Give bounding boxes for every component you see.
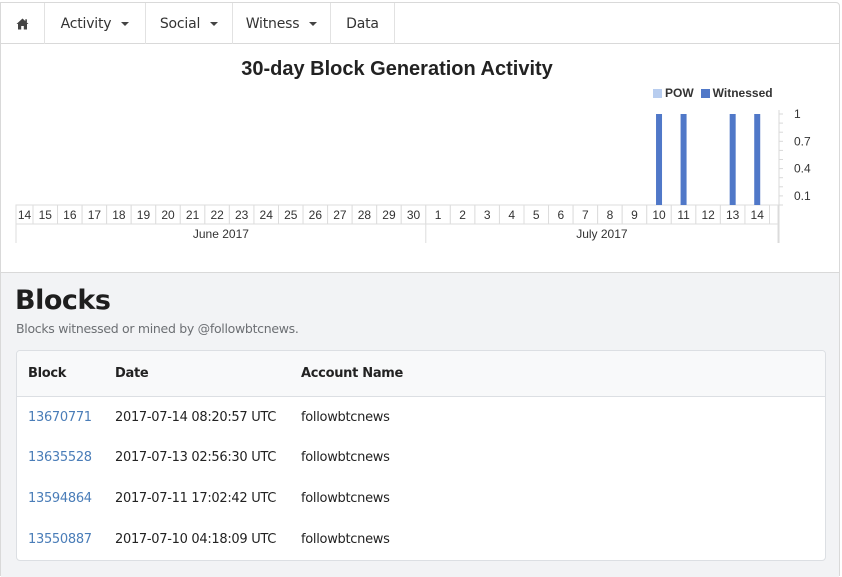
column-header-account: Account Name — [301, 365, 404, 381]
nav-witness[interactable]: Witness — [233, 3, 331, 44]
cell-date: 2017-07-14 08:20:57 UTC — [115, 410, 277, 426]
x-tick-label: 5 — [533, 208, 540, 222]
nav-activity[interactable]: Activity — [45, 3, 146, 44]
column-header-date: Date — [115, 365, 149, 381]
table-row: 13550887 2017-07-10 04:18:09 UTC followbtc… — [17, 519, 825, 560]
block-link[interactable]: 13635528 — [28, 450, 92, 465]
x-tick-label: 22 — [210, 208, 224, 222]
x-tick-label: 14 — [751, 208, 765, 222]
x-tick-label: 17 — [88, 208, 102, 222]
nav-home[interactable] — [1, 3, 45, 44]
cell-date: 2017-07-13 02:56:30 UTC — [115, 450, 277, 465]
chevron-down-icon — [210, 21, 219, 26]
y-tick-label: 0.4 — [794, 162, 811, 176]
cell-account: followbtcnews — [301, 410, 390, 426]
x-day-cell-blank — [769, 204, 779, 225]
x-tick-label: 14 — [18, 208, 32, 222]
chart-plot: 10.70.40.114 15 16 17 18 19 20 21 22 23 24 25 26 27 28… — [15, 107, 811, 243]
blocks-section: Blocks Blocks witnessed or mined by @fol… — [1, 272, 839, 577]
x-tick-label: 7 — [582, 208, 589, 222]
chevron-down-icon — [309, 21, 318, 26]
blocks-table-body: 13670771 2017-07-14 08:20:57 UTC followbtc… — [17, 396, 825, 560]
nav-data-label: Data — [346, 15, 379, 32]
x-tick-label: 2 — [459, 208, 466, 222]
bar-witnessed-jul-14 — [754, 114, 761, 205]
blocks-title: Blocks — [15, 285, 111, 316]
block-link[interactable]: 13594864 — [28, 491, 92, 506]
nav-data[interactable]: Data — [331, 3, 395, 44]
cell-block: 13550887 — [17, 519, 104, 560]
x-tick-label: 8 — [607, 208, 614, 222]
x-tick-label: 10 — [652, 208, 666, 222]
nav-activity-label: Activity — [60, 15, 112, 32]
bar-witnessed-jul-11 — [680, 114, 687, 205]
cell-account: followbtcnews — [301, 532, 390, 547]
x-tick-label: 11 — [677, 208, 690, 222]
x-tick-label: 30 — [407, 208, 421, 222]
x-tick-label: 24 — [260, 208, 274, 222]
blocks-subtitle: Blocks witnessed or mined by @followbtcn… — [16, 321, 299, 336]
x-tick-label: 29 — [382, 208, 396, 222]
cell-block: 13594864 — [17, 478, 104, 519]
cell-date: 2017-07-11 17:02:42 UTC — [115, 491, 277, 506]
y-tick-label: 1 — [794, 107, 801, 121]
x-tick-label: 1 — [435, 208, 442, 222]
table-row: 13670771 2017-07-14 08:20:57 UTC followbtc… — [17, 396, 825, 437]
x-tick-label: 26 — [309, 208, 323, 222]
blocks-table: Block Date Account Name 13670771 2017-07-… — [17, 351, 825, 560]
nav-witness-label: Witness — [245, 15, 300, 32]
block-link[interactable]: 13670771 — [28, 410, 92, 425]
cell-account: followbtcnews — [301, 491, 390, 506]
table-row: 13594864 2017-07-11 17:02:42 UTC followbtc… — [17, 478, 825, 519]
table-row: 13635528 2017-07-13 02:56:30 UTC followbtc… — [17, 437, 825, 478]
bar-witnessed-jul-10 — [656, 114, 663, 205]
bar-witnessed-jul-13 — [729, 114, 736, 205]
top-nav: Activity Social Witness Data — [1, 3, 839, 44]
cell-block: 13635528 — [17, 437, 104, 478]
x-tick-label: 19 — [137, 208, 151, 222]
x-tick-label: 27 — [333, 208, 347, 222]
y-tick-label: 0.7 — [794, 134, 811, 148]
x-tick-label: 4 — [508, 208, 515, 222]
column-header-block: Block — [28, 365, 67, 381]
x-tick-label: 15 — [39, 208, 53, 222]
x-tick-label: 6 — [557, 208, 564, 222]
block-activity-chart: 30-day Block Generation Activity POW Wit… — [1, 44, 839, 272]
x-tick-label: 18 — [112, 208, 126, 222]
table-header-row: Block Date Account Name — [17, 351, 825, 396]
cell-block: 13670771 — [17, 396, 104, 437]
blocks-table-card: Block Date Account Name 13670771 2017-07-… — [16, 350, 826, 561]
x-tick-label: 3 — [484, 208, 491, 222]
home-icon — [16, 18, 29, 29]
month-label: July 2017 — [576, 227, 628, 241]
y-tick-label: 0.1 — [794, 189, 811, 203]
x-tick-label: 25 — [284, 208, 298, 222]
nav-social-label: Social — [159, 15, 201, 32]
chevron-down-icon — [121, 21, 130, 26]
block-link[interactable]: 13550887 — [28, 532, 92, 547]
page-frame: Activity Social Witness Data 30-day Bloc… — [0, 2, 840, 577]
month-label: June 2017 — [193, 227, 249, 241]
cell-account: followbtcnews — [301, 450, 390, 465]
nav-social[interactable]: Social — [146, 3, 233, 44]
x-tick-label: 20 — [161, 208, 175, 222]
cell-date: 2017-07-10 04:18:09 UTC — [115, 532, 277, 547]
x-tick-label: 28 — [358, 208, 372, 222]
x-tick-label: 13 — [726, 208, 740, 222]
x-tick-label: 21 — [186, 208, 200, 222]
x-tick-label: 9 — [631, 208, 638, 222]
x-tick-label: 16 — [63, 208, 77, 222]
x-tick-label: 23 — [235, 208, 249, 222]
x-tick-label: 12 — [701, 208, 715, 222]
